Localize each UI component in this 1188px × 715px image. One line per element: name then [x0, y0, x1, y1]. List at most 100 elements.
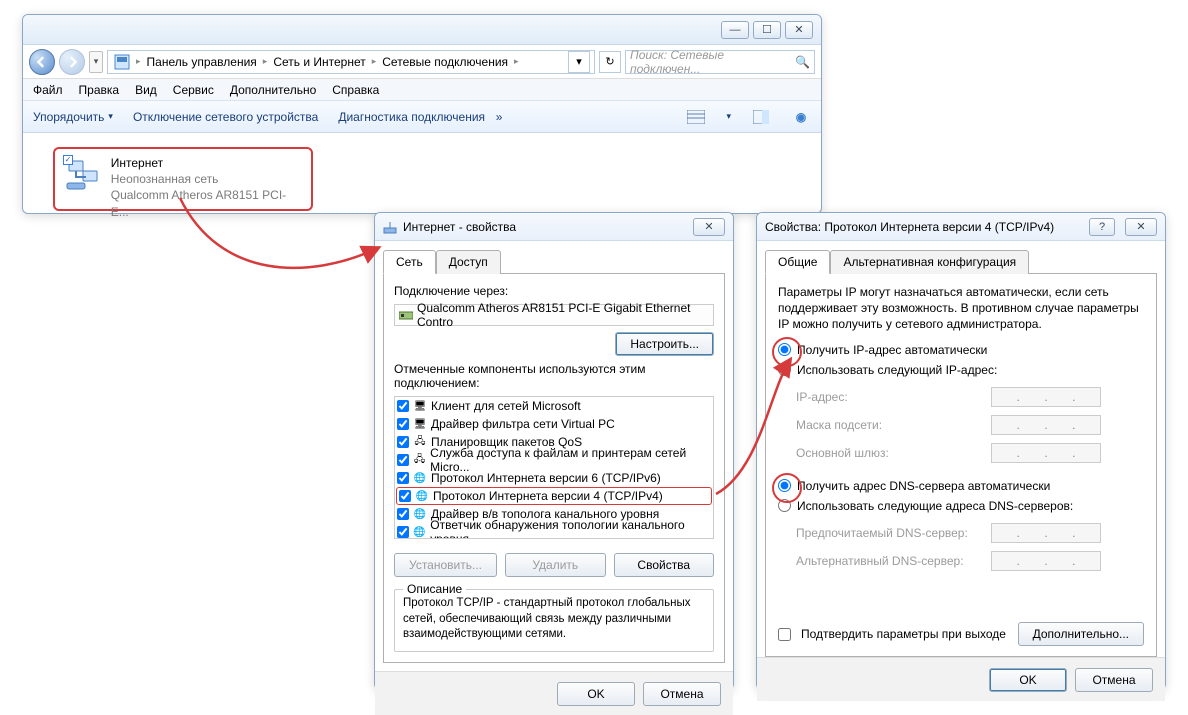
- component-checkbox[interactable]: [397, 400, 409, 412]
- tabset: Сеть Доступ: [383, 249, 725, 273]
- connection-name: Интернет: [111, 155, 303, 171]
- tab-general[interactable]: Общие: [765, 250, 830, 274]
- close-button[interactable]: ✕: [1125, 218, 1157, 236]
- breadcrumb-dropdown[interactable]: ▾: [568, 51, 590, 73]
- component-checkbox[interactable]: [397, 436, 409, 448]
- toolbar-organize[interactable]: Упорядочить ▾: [33, 110, 113, 124]
- dialog-title: Интернет - свойства: [403, 220, 683, 234]
- component-checkbox[interactable]: [397, 454, 409, 466]
- intro-text: Параметры IP могут назначаться автоматич…: [778, 284, 1144, 333]
- mask-label: Маска подсети:: [796, 418, 991, 432]
- cancel-button[interactable]: Отмена: [643, 682, 721, 706]
- component-checkbox[interactable]: [397, 508, 409, 520]
- dialog-titlebar: Свойства: Протокол Интернета версии 4 (T…: [757, 213, 1165, 241]
- dialog-footer: OK Отмена: [757, 657, 1165, 701]
- dialog-title: Свойства: Протокол Интернета версии 4 (T…: [765, 220, 1079, 234]
- toolbar-disable-device[interactable]: Отключение сетевого устройства: [133, 110, 318, 124]
- search-input[interactable]: Поиск: Сетевые подключен... 🔍: [625, 50, 815, 74]
- toolbar-diagnose[interactable]: Диагностика подключения »: [338, 110, 502, 124]
- maximize-button[interactable]: ☐: [753, 21, 781, 39]
- remove-button[interactable]: Удалить: [505, 553, 606, 577]
- refresh-button[interactable]: ↻: [599, 51, 621, 73]
- help-button[interactable]: ?: [1089, 218, 1115, 236]
- menu-help[interactable]: Справка: [332, 83, 379, 97]
- driver-icon: 🖥: [413, 417, 427, 431]
- close-button[interactable]: ✕: [693, 218, 725, 236]
- cancel-button[interactable]: Отмена: [1075, 668, 1153, 692]
- ok-button[interactable]: OK: [557, 682, 635, 706]
- ip-radio-group: Получить IP-адрес автоматически Использо…: [778, 343, 1144, 463]
- forward-button[interactable]: [59, 49, 85, 75]
- menu-service[interactable]: Сервис: [173, 83, 214, 97]
- network-connection-item[interactable]: ✓ Интернет Неопознанная сеть Qualcomm At…: [53, 147, 313, 211]
- tab-alternate[interactable]: Альтернативная конфигурация: [830, 250, 1029, 274]
- dialog-footer: OK Отмена: [375, 671, 733, 715]
- preview-pane-button[interactable]: [751, 107, 771, 127]
- help-button[interactable]: ◉: [791, 107, 811, 127]
- dns1-input: ...: [991, 523, 1101, 543]
- nav-row: ▾ ▸ Панель управления ▸ Сеть и Интернет …: [23, 45, 821, 79]
- configure-button[interactable]: Настроить...: [615, 332, 714, 356]
- nav-history-dropdown[interactable]: ▾: [89, 51, 103, 73]
- tab-access[interactable]: Доступ: [436, 250, 501, 274]
- list-item: 🖥Клиент для сетей Microsoft: [395, 397, 713, 415]
- advanced-button[interactable]: Дополнительно...: [1018, 622, 1144, 646]
- tab-network[interactable]: Сеть: [383, 250, 436, 274]
- explorer-window: — ☐ ✕ ▾ ▸ Панель управления ▸ Сеть и Инт…: [22, 14, 822, 214]
- menu-bar: Файл Правка Вид Сервис Дополнительно Спр…: [23, 79, 821, 101]
- component-checkbox[interactable]: [399, 490, 411, 502]
- dialog-titlebar: Интернет - свойства ✕: [375, 213, 733, 241]
- protocol-icon: 🌐: [415, 489, 429, 503]
- radio-dns-auto[interactable]: [778, 479, 791, 492]
- menu-extra[interactable]: Дополнительно: [230, 83, 316, 97]
- ip-input: ...: [991, 387, 1101, 407]
- view-mode-button[interactable]: [686, 107, 706, 127]
- ok-button[interactable]: OK: [989, 668, 1067, 692]
- description-text: Протокол TCP/IP - стандартный протокол г…: [403, 596, 705, 643]
- components-list[interactable]: 🖥Клиент для сетей Microsoft 🖥Драйвер фил…: [394, 396, 714, 539]
- radio-ip-manual-label: Использовать следующий IP-адрес:: [797, 363, 997, 377]
- radio-ip-auto-label: Получить IP-адрес автоматически: [797, 343, 987, 357]
- list-item: 🌐Ответчик обнаружения топологии канально…: [395, 523, 713, 539]
- close-button[interactable]: ✕: [785, 21, 813, 39]
- tabset: Общие Альтернативная конфигурация: [765, 249, 1157, 273]
- breadcrumb-item[interactable]: Панель управления: [145, 55, 259, 69]
- adapter-name: Qualcomm Atheros AR8151 PCI-E Gigabit Et…: [417, 301, 709, 329]
- adapter-icon: [383, 220, 397, 234]
- breadcrumb-item[interactable]: Сетевые подключения: [380, 55, 510, 69]
- driver-icon: 🌐: [413, 507, 427, 521]
- service-icon: 🖧: [413, 453, 426, 467]
- validate-label: Подтвердить параметры при выходе: [801, 627, 1008, 641]
- menu-file[interactable]: Файл: [33, 83, 63, 97]
- component-checkbox[interactable]: [397, 526, 409, 538]
- adapter-field: Qualcomm Atheros AR8151 PCI-E Gigabit Et…: [394, 304, 714, 326]
- list-item: 🖥Драйвер фильтра сети Virtual PC: [395, 415, 713, 433]
- menu-view[interactable]: Вид: [135, 83, 157, 97]
- list-item: 🖧Служба доступа к файлам и принтерам сет…: [395, 451, 713, 469]
- dns2-label: Альтернативный DNS-сервер:: [796, 554, 991, 568]
- gateway-label: Основной шлюз:: [796, 446, 991, 460]
- breadcrumb-item[interactable]: Сеть и Интернет: [271, 55, 367, 69]
- description-label: Описание: [403, 582, 466, 596]
- toolbar: Упорядочить ▾ Отключение сетевого устрой…: [23, 101, 821, 133]
- properties-button[interactable]: Свойства: [614, 553, 715, 577]
- install-button[interactable]: Установить...: [394, 553, 497, 577]
- breadcrumb[interactable]: ▸ Панель управления ▸ Сеть и Интернет ▸ …: [107, 50, 595, 74]
- radio-ip-manual[interactable]: [778, 363, 791, 376]
- description-groupbox: Описание Протокол TCP/IP - стандартный п…: [394, 589, 714, 652]
- connection-status: Неопознанная сеть: [111, 171, 303, 187]
- menu-edit[interactable]: Правка: [79, 83, 120, 97]
- radio-dns-manual[interactable]: [778, 499, 791, 512]
- validate-checkbox[interactable]: [778, 628, 791, 641]
- connection-properties-dialog: Интернет - свойства ✕ Сеть Доступ Подклю…: [374, 212, 734, 690]
- component-checkbox[interactable]: [397, 472, 409, 484]
- dns2-input: ...: [991, 551, 1101, 571]
- component-checkbox[interactable]: [397, 418, 409, 430]
- radio-ip-auto[interactable]: [778, 343, 791, 356]
- minimize-button[interactable]: —: [721, 21, 749, 39]
- components-label: Отмеченные компоненты используются этим …: [394, 362, 714, 390]
- connect-via-label: Подключение через:: [394, 284, 714, 298]
- search-icon: 🔍: [795, 55, 810, 69]
- back-button[interactable]: [29, 49, 55, 75]
- connection-device: Qualcomm Atheros AR8151 PCI-E...: [111, 187, 303, 219]
